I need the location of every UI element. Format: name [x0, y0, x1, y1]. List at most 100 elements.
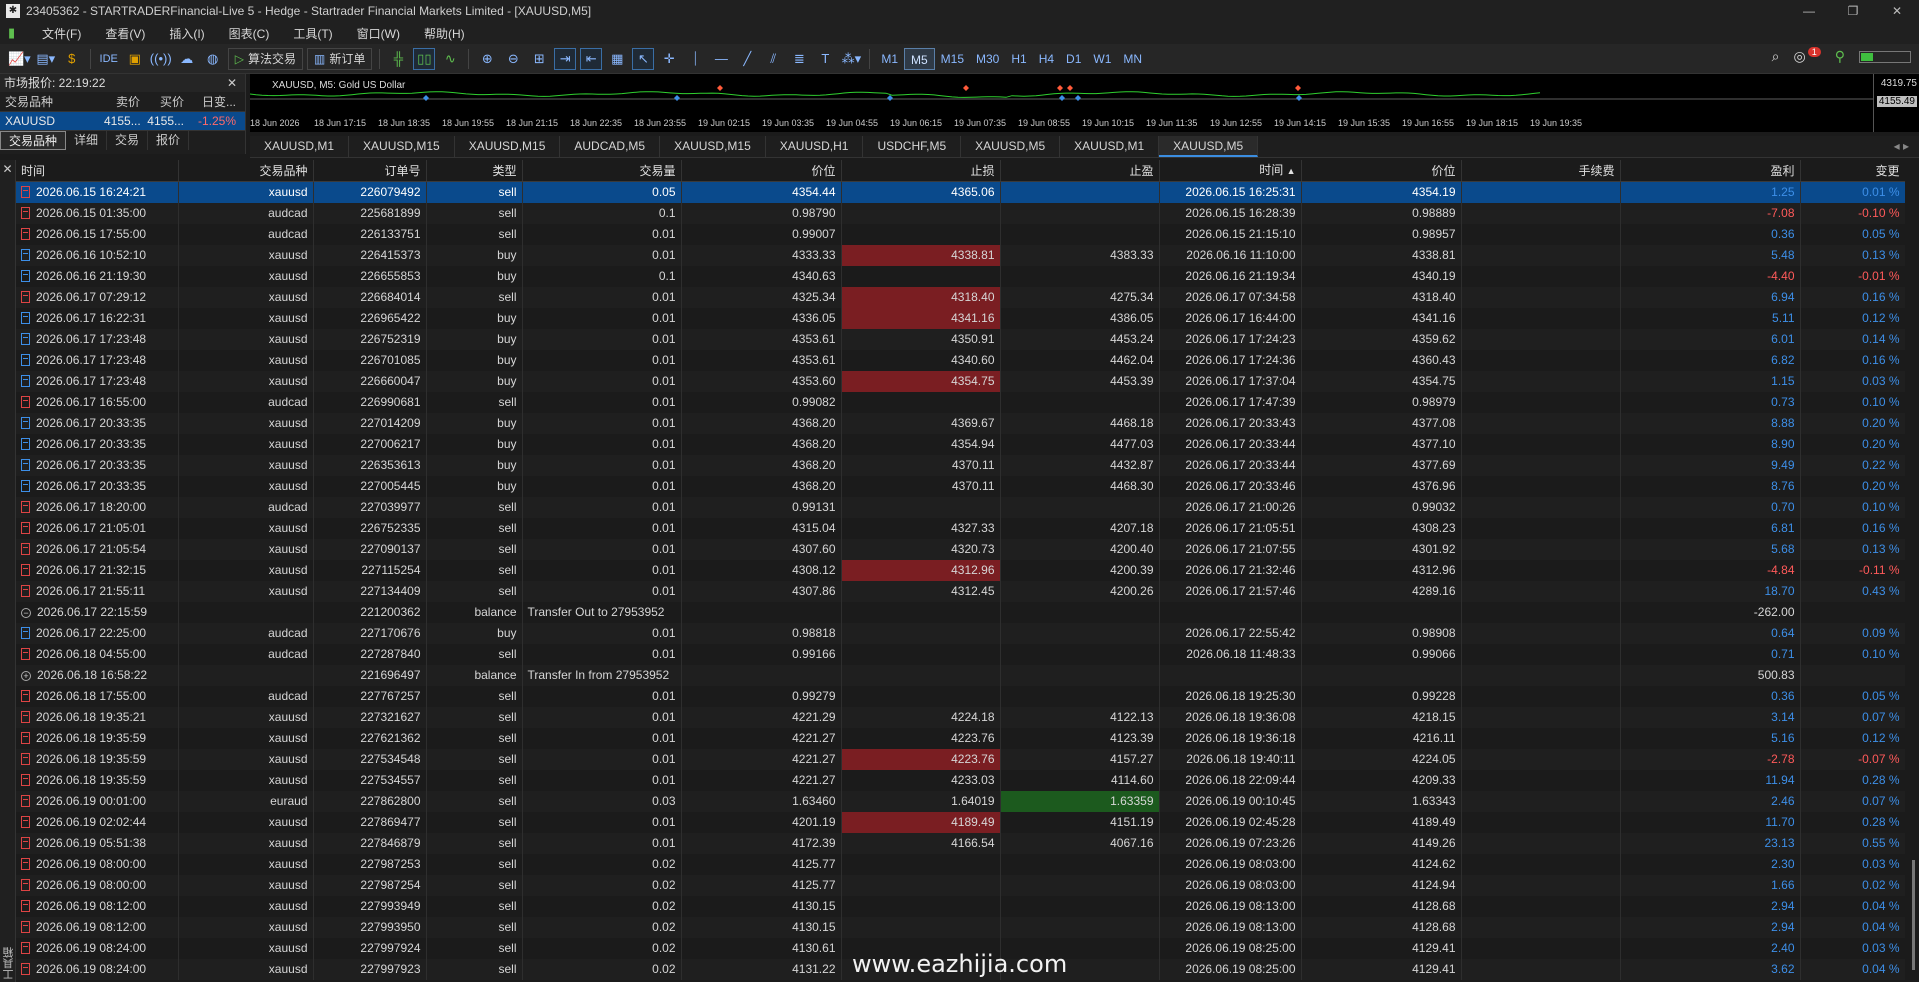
- balance-row[interactable]: −2026.06.17 22:15:59 221200362 balance Tran…: [16, 602, 1906, 623]
- timeframe-w1[interactable]: W1: [1087, 48, 1117, 70]
- deal-row[interactable]: 2026.06.18 19:35:21 xauusd 227321627 sell 0.…: [16, 707, 1906, 728]
- price-chart[interactable]: [250, 74, 1873, 118]
- deal-row[interactable]: 2026.06.17 18:20:00 audcad 227039977 sell 0.…: [16, 497, 1906, 518]
- deal-row[interactable]: 2026.06.16 21:19:30 xauusd 226655853 buy 0.1…: [16, 266, 1906, 287]
- menu-tools[interactable]: 工具(T): [281, 25, 344, 42]
- deal-row[interactable]: 2026.06.19 08:12:00 xauusd 227993949 sell 0.…: [16, 896, 1906, 917]
- candlestick-icon[interactable]: ▯▯: [413, 47, 436, 70]
- menu-charts[interactable]: 图表(C): [217, 25, 282, 42]
- col-close-time[interactable]: 时间 ▲: [1159, 160, 1302, 182]
- templates-icon[interactable]: ▦: [606, 48, 628, 70]
- auto-scroll-icon[interactable]: ⇥: [554, 47, 577, 70]
- horizontal-line-icon[interactable]: —: [710, 48, 732, 70]
- deal-row[interactable]: 2026.06.19 08:00:00 xauusd 227987253 sell 0.…: [16, 854, 1906, 875]
- col-bid[interactable]: 卖价: [104, 92, 140, 111]
- deal-row[interactable]: 2026.06.17 17:23:48 xauusd 226752319 buy 0.0…: [16, 329, 1906, 350]
- menu-view[interactable]: 查看(V): [93, 25, 157, 42]
- crosshair-icon[interactable]: ✛: [658, 48, 680, 70]
- col-close-price[interactable]: 价位: [1301, 160, 1462, 182]
- mw-tab-ticks[interactable]: 报价: [148, 131, 190, 150]
- timeframe-h1[interactable]: H1: [1005, 48, 1032, 70]
- timeframe-m1[interactable]: M1: [875, 48, 904, 70]
- deal-row[interactable]: 2026.06.19 08:00:00 xauusd 227987254 sell 0.…: [16, 875, 1906, 896]
- deal-row[interactable]: 2026.06.17 16:22:31 xauusd 226965422 buy 0.0…: [16, 308, 1906, 329]
- minimize-button[interactable]: —: [1787, 0, 1831, 22]
- deal-row[interactable]: 2026.06.17 21:05:01 xauusd 226752335 sell 0.…: [16, 518, 1906, 539]
- timeframe-h4[interactable]: H4: [1033, 48, 1060, 70]
- deal-row[interactable]: 2026.06.15 01:35:00 audcad 225681899 sell 0.…: [16, 203, 1906, 224]
- deal-row[interactable]: 2026.06.18 17:55:00 audcad 227767257 sell 0.…: [16, 686, 1906, 707]
- deal-row[interactable]: 2026.06.17 21:55:11 xauusd 227134409 sell 0.…: [16, 581, 1906, 602]
- dollar-icon[interactable]: $: [61, 48, 83, 70]
- deal-row[interactable]: 2026.06.17 16:55:00 audcad 226990681 sell 0.…: [16, 392, 1906, 413]
- scrollbar-thumb[interactable]: [1912, 860, 1915, 970]
- close-window-button[interactable]: ✕: [1875, 0, 1919, 22]
- market-watch-row[interactable]: XAUUSD 4155... 4155... -1.25%: [0, 112, 245, 130]
- col-ask[interactable]: 买价: [140, 92, 184, 111]
- deal-row[interactable]: 2026.06.19 05:51:38 xauusd 227846879 sell 0.…: [16, 833, 1906, 854]
- deal-row[interactable]: 2026.06.18 19:35:59 xauusd 227534548 sell 0.…: [16, 749, 1906, 770]
- col-daily-change[interactable]: 日变...: [184, 92, 240, 111]
- col-symbol[interactable]: 交易品种: [0, 92, 104, 111]
- close-toolbox-icon[interactable]: ✕: [0, 160, 15, 178]
- deal-row[interactable]: 2026.06.17 17:23:48 xauusd 226660047 buy 0.0…: [16, 371, 1906, 392]
- new-order-button[interactable]: ▥ 新订单: [306, 47, 373, 70]
- deal-row[interactable]: 2026.06.17 17:23:48 xauusd 226701085 buy 0.0…: [16, 350, 1906, 371]
- chart-tab[interactable]: AUDCAD,M5: [560, 136, 661, 157]
- balance-row[interactable]: +2026.06.18 16:58:22 221696497 balance Tran…: [16, 665, 1906, 686]
- text-icon[interactable]: T: [814, 48, 836, 70]
- vps-icon[interactable]: ◍: [202, 48, 224, 70]
- zoom-in-icon[interactable]: ⊕: [476, 48, 498, 70]
- line-chart-icon[interactable]: ∿: [439, 48, 461, 70]
- deal-row[interactable]: 2026.06.17 21:05:54 xauusd 227090137 sell 0.…: [16, 539, 1906, 560]
- col-volume[interactable]: 交易量: [522, 160, 682, 182]
- deal-row[interactable]: 2026.06.15 17:55:00 audcad 226133751 sell 0.…: [16, 224, 1906, 245]
- chart-shift-icon[interactable]: ⇤: [580, 47, 603, 70]
- profiles-icon[interactable]: ▤▾: [35, 48, 57, 70]
- channel-icon[interactable]: ⫽: [762, 48, 784, 70]
- deal-row[interactable]: 2026.06.17 20:33:35 xauusd 227014209 buy 0.0…: [16, 413, 1906, 434]
- col-stop-loss[interactable]: 止损: [841, 160, 1001, 182]
- col-type[interactable]: 类型: [426, 160, 523, 182]
- chart-window[interactable]: XAUUSD, M5: Gold US Dollar 4319.75 4155.…: [250, 74, 1919, 132]
- chart-tab[interactable]: XAUUSD,M1: [250, 136, 350, 157]
- deal-row[interactable]: 2026.06.17 20:33:35 xauusd 226353613 buy 0.0…: [16, 455, 1906, 476]
- price-scale[interactable]: 4319.75 4155.49: [1873, 74, 1919, 132]
- deal-row[interactable]: 2026.06.18 19:35:59 xauusd 227534557 sell 0.…: [16, 770, 1906, 791]
- menu-insert[interactable]: 插入(I): [157, 25, 216, 42]
- tile-windows-icon[interactable]: ⊞: [528, 48, 550, 70]
- vertical-scrollbar[interactable]: [1905, 160, 1919, 982]
- timeframe-m15[interactable]: M15: [935, 48, 970, 70]
- restore-button[interactable]: ❐: [1831, 0, 1875, 22]
- chart-tab[interactable]: XAUUSD,M5: [1159, 136, 1259, 157]
- signal-icon[interactable]: ((•)): [150, 48, 172, 70]
- deal-row[interactable]: 2026.06.15 16:24:21 xauusd 226079492 sell 0.…: [16, 181, 1906, 203]
- briefcase-icon[interactable]: ▣: [124, 48, 146, 70]
- col-profit[interactable]: 盈利: [1620, 160, 1801, 182]
- search-icon[interactable]: ⌕: [1772, 48, 1780, 65]
- deal-row[interactable]: 2026.06.17 20:33:35 xauusd 227005445 buy 0.0…: [16, 476, 1906, 497]
- ide-button[interactable]: IDE: [98, 48, 120, 70]
- trend-line-icon[interactable]: ╱: [736, 48, 758, 70]
- col-open-time[interactable]: 时间: [16, 160, 179, 182]
- mw-tab-trading[interactable]: 交易: [107, 131, 149, 150]
- chart-tab[interactable]: XAUUSD,M15: [660, 136, 766, 157]
- col-symbol[interactable]: 交易品种: [178, 160, 314, 182]
- deal-row[interactable]: 2026.06.19 00:01:00 euraud 227862800 sell 0.…: [16, 791, 1906, 812]
- cloud-icon[interactable]: ☁: [176, 48, 198, 70]
- deal-row[interactable]: 2026.06.17 22:25:00 audcad 227170676 buy 0.0…: [16, 623, 1906, 644]
- deal-row[interactable]: 2026.06.19 08:12:00 xauusd 227993950 sell 0.…: [16, 917, 1906, 938]
- zoom-out-icon[interactable]: ⊖: [502, 48, 524, 70]
- chart-tab-scroll-arrows[interactable]: ◂ ▸: [1894, 136, 1909, 157]
- menu-file[interactable]: 文件(F): [30, 25, 93, 42]
- deal-row[interactable]: 2026.06.17 20:33:35 xauusd 227006217 buy 0.0…: [16, 434, 1906, 455]
- menu-window[interactable]: 窗口(W): [345, 25, 412, 42]
- cursor-icon[interactable]: ↖: [632, 47, 655, 70]
- mw-tab-details[interactable]: 详细: [66, 131, 108, 150]
- chart-tab[interactable]: XAUUSD,M15: [455, 136, 561, 157]
- timeframe-m5[interactable]: M5: [904, 47, 935, 70]
- col-change[interactable]: 变更: [1800, 160, 1906, 182]
- fibonacci-icon[interactable]: ≣: [788, 48, 810, 70]
- algo-trading-button[interactable]: ▷ 算法交易: [227, 47, 303, 70]
- chart-tab[interactable]: XAUUSD,H1: [766, 136, 864, 157]
